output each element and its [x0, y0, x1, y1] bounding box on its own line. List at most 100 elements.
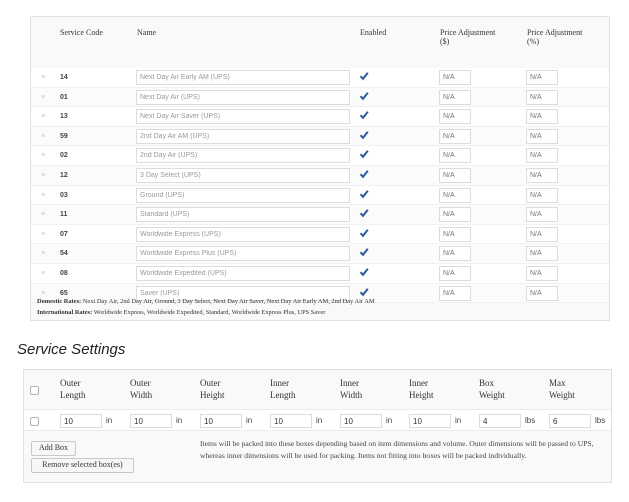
international-rates: International Rates: Worldwide Express, … [37, 309, 326, 316]
service-enabled-checkbox[interactable] [359, 110, 369, 120]
price-adjustment-dollar-input[interactable] [439, 109, 471, 125]
header-service-code: Service Code [60, 28, 103, 37]
drag-handle-icon[interactable]: ≡ [41, 269, 45, 278]
price-adjustment-dollar-input[interactable] [439, 89, 471, 105]
service-name-input[interactable] [136, 89, 350, 105]
service-row: ≡ 11 [31, 205, 609, 225]
service-enabled-checkbox[interactable] [359, 169, 369, 179]
service-enabled-checkbox[interactable] [359, 208, 369, 218]
price-adjustment-percent-input[interactable] [526, 226, 558, 242]
box-header-col: Box Weight [479, 378, 505, 400]
drag-handle-icon[interactable]: ≡ [41, 73, 45, 82]
price-adjustment-dollar-input[interactable] [439, 246, 471, 262]
service-row: ≡ 01 [31, 87, 609, 108]
service-code: 07 [60, 230, 68, 238]
price-adjustment-percent-input[interactable] [526, 207, 558, 223]
service-enabled-checkbox[interactable] [359, 71, 369, 81]
price-adjustment-dollar-input[interactable] [439, 187, 471, 203]
price-adjustment-percent-input[interactable] [526, 187, 558, 203]
service-name-input[interactable] [136, 265, 350, 281]
remove-selected-boxes-button[interactable]: Remove selected box(es) [31, 458, 134, 473]
drag-handle-icon[interactable]: ≡ [41, 191, 45, 200]
select-all-boxes-checkbox[interactable] [30, 386, 39, 395]
service-code: 01 [60, 93, 68, 101]
drag-handle-icon[interactable]: ≡ [41, 132, 45, 141]
service-enabled-checkbox[interactable] [359, 228, 369, 238]
price-adjustment-dollar-input[interactable] [439, 207, 471, 223]
service-code: 14 [60, 74, 68, 81]
service-enabled-checkbox[interactable] [359, 91, 369, 101]
drag-handle-icon[interactable]: ≡ [41, 249, 45, 258]
price-adjustment-dollar-input[interactable] [439, 148, 471, 164]
drag-handle-icon[interactable]: ≡ [41, 112, 45, 121]
service-enabled-checkbox[interactable] [359, 267, 369, 277]
box-unit-label: in [106, 416, 113, 425]
box-packing-note: Items will be packed into these boxes de… [200, 439, 594, 460]
service-name-input[interactable] [136, 70, 350, 85]
price-adjustment-dollar-input[interactable] [439, 70, 471, 85]
service-name-input[interactable] [136, 246, 350, 262]
checkmark-icon [359, 209, 369, 218]
service-code: 08 [60, 269, 68, 277]
checkmark-icon [359, 248, 369, 257]
checkmark-icon [359, 189, 369, 198]
price-adjustment-dollar-input[interactable] [439, 128, 471, 144]
price-adjustment-percent-input[interactable] [526, 148, 558, 164]
price-adjustment-percent-input[interactable] [526, 128, 558, 144]
box-dimension-input[interactable] [340, 414, 382, 428]
box-unit-label: in [386, 416, 393, 425]
drag-handle-icon[interactable]: ≡ [41, 93, 45, 102]
service-name-input[interactable] [136, 148, 350, 164]
service-enabled-checkbox[interactable] [359, 130, 369, 140]
drag-handle-icon[interactable]: ≡ [41, 171, 45, 180]
services-table-body: ≡14≡01≡13≡59≡02≡12≡03≡11≡07≡54≡08≡65 [31, 68, 609, 304]
service-name-input[interactable] [136, 128, 350, 144]
box-header-col: Outer Width [130, 378, 153, 400]
service-row: ≡ 13 [31, 107, 609, 127]
service-name-input[interactable] [136, 167, 350, 183]
box-dimension-input[interactable] [60, 414, 102, 428]
price-adjustment-percent-input[interactable] [526, 70, 558, 85]
box-dimension-input[interactable] [270, 414, 312, 428]
header-price-adjustment-dollar: Price Adjustment ($) [440, 28, 496, 46]
box-dimension-input[interactable] [479, 414, 521, 428]
header-name: Name [137, 28, 157, 37]
service-enabled-checkbox[interactable] [359, 247, 369, 257]
service-name-input[interactable] [136, 109, 350, 125]
checkmark-icon [359, 111, 369, 120]
box-dimension-input[interactable] [130, 414, 172, 428]
checkmark-icon [359, 268, 369, 277]
price-adjustment-percent-input[interactable] [526, 246, 558, 262]
price-adjustment-dollar-input[interactable] [439, 167, 471, 183]
price-adjustment-percent-input[interactable] [526, 167, 558, 183]
service-row: ≡ 02 [31, 146, 609, 166]
price-adjustment-percent-input[interactable] [526, 265, 558, 281]
service-name-input[interactable] [136, 187, 350, 203]
box-dimension-input[interactable] [409, 414, 451, 428]
box-unit-label: lbs [525, 416, 536, 425]
service-code: 02 [60, 152, 68, 160]
service-row: ≡ 54 [31, 244, 609, 264]
box-header-col: Outer Length [60, 378, 86, 400]
service-enabled-checkbox[interactable] [359, 189, 369, 199]
service-enabled-checkbox[interactable] [359, 149, 369, 159]
service-name-input[interactable] [136, 207, 350, 223]
price-adjustment-dollar-input[interactable] [439, 265, 471, 281]
price-adjustment-dollar-input[interactable] [439, 285, 471, 301]
drag-handle-icon[interactable]: ≡ [41, 151, 45, 160]
box-dimension-input[interactable] [549, 414, 591, 428]
drag-handle-icon[interactable]: ≡ [41, 210, 45, 219]
box-header-col: Inner Height [409, 378, 434, 400]
price-adjustment-percent-input[interactable] [526, 89, 558, 105]
price-adjustment-dollar-input[interactable] [439, 226, 471, 242]
select-box-checkbox[interactable] [30, 417, 39, 426]
add-box-button[interactable]: Add Box [31, 441, 76, 456]
checkmark-icon [359, 150, 369, 159]
service-row: ≡ 59 [31, 126, 609, 147]
price-adjustment-percent-input[interactable] [526, 285, 558, 301]
service-name-input[interactable] [136, 226, 350, 242]
boxes-table-header: Outer Length Outer Width Outer Height Inner Len… [24, 370, 611, 406]
box-dimension-input[interactable] [200, 414, 242, 428]
price-adjustment-percent-input[interactable] [526, 109, 558, 125]
drag-handle-icon[interactable]: ≡ [41, 230, 45, 239]
